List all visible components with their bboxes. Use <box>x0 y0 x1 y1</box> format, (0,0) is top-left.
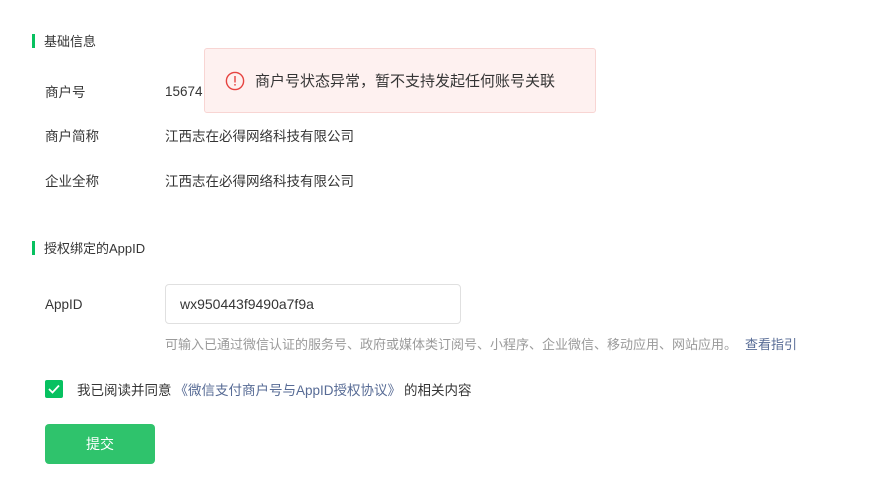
basic-info-heading: 基础信息 <box>32 31 96 50</box>
warning-circle-icon <box>225 71 245 91</box>
appid-section-title: 授权绑定的AppID <box>44 241 146 256</box>
heading-bar <box>32 240 35 255</box>
agreement-link[interactable]: 《微信支付商户号与AppID授权协议》 <box>175 379 402 399</box>
short-name-value: 江西志在必得网络科技有限公司 <box>165 129 354 144</box>
heading-bar <box>32 33 35 48</box>
appid-row: AppID <box>45 284 461 324</box>
merchant-no-row: 商户号 15674 <box>45 81 203 101</box>
merchant-no-label: 商户号 <box>45 85 86 100</box>
short-name-label: 商户简称 <box>45 129 99 144</box>
agreement-row: 我已阅读并同意 《微信支付商户号与AppID授权协议》 的相关内容 <box>45 379 472 399</box>
submit-button[interactable]: 提交 <box>45 424 155 464</box>
agreement-checkbox[interactable] <box>45 380 63 398</box>
merchant-no-value: 15674 <box>165 83 203 99</box>
appid-hint-text: 可输入已通过微信认证的服务号、政府或媒体类订阅号、小程序、企业微信、移动应用、网… <box>165 337 738 352</box>
appid-label: AppID <box>45 296 83 312</box>
short-name-row: 商户简称 江西志在必得网络科技有限公司 <box>45 125 354 145</box>
appid-heading: 授权绑定的AppID <box>32 238 145 257</box>
error-toast: 商户号状态异常，暂不支持发起任何账号关联 <box>204 48 596 113</box>
full-name-value: 江西志在必得网络科技有限公司 <box>165 174 354 189</box>
appid-input[interactable] <box>165 284 461 324</box>
agreement-suffix: 的相关内容 <box>404 383 472 398</box>
toast-message: 商户号状态异常，暂不支持发起任何账号关联 <box>255 73 556 90</box>
appid-hint: 可输入已通过微信认证的服务号、政府或媒体类订阅号、小程序、企业微信、移动应用、网… <box>165 334 797 353</box>
checkmark-icon <box>48 384 60 394</box>
basic-info-title: 基础信息 <box>44 34 97 49</box>
full-name-label: 企业全称 <box>45 174 99 189</box>
agreement-prefix: 我已阅读并同意 <box>77 383 172 398</box>
page: 基础信息 商户号 15674 商户简称 江西志在必得网络科技有限公司 企业全称 … <box>0 0 892 485</box>
full-name-row: 企业全称 江西志在必得网络科技有限公司 <box>45 170 354 190</box>
view-guide-link[interactable]: 查看指引 <box>745 337 797 352</box>
